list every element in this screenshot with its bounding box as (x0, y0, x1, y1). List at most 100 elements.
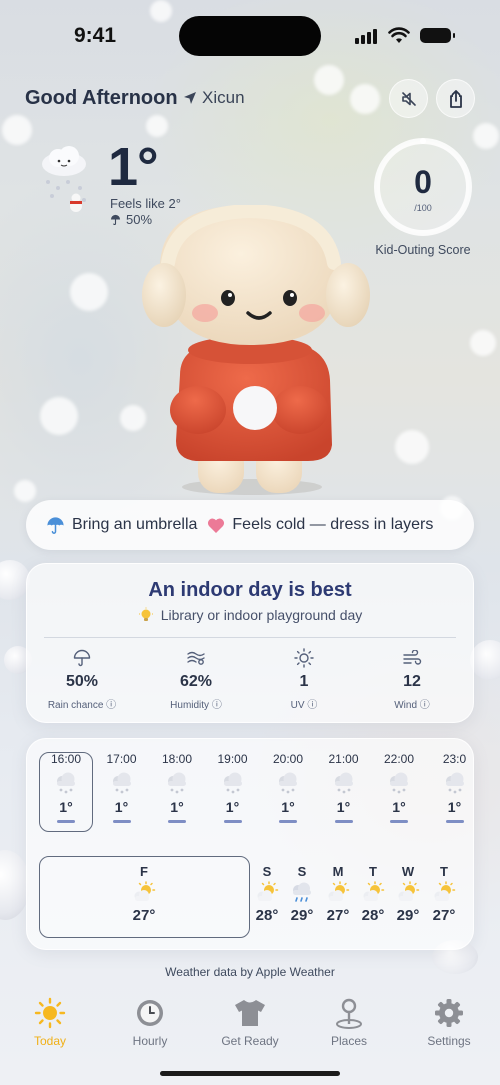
snow-cloud-icon (223, 772, 242, 794)
hour-column[interactable]: 22:00 1° (372, 752, 426, 823)
tab-get-ready[interactable]: Get Ready (205, 996, 295, 1048)
umbrella-icon (110, 214, 121, 225)
lightbulb-icon (138, 607, 153, 621)
heart-icon (208, 518, 225, 533)
day-label: S (262, 864, 272, 879)
snowflake (395, 430, 429, 464)
kid-outing-score: 0 (414, 164, 432, 200)
metric-humidity[interactable]: 62% Humidity ⓘ (146, 646, 246, 711)
snowflake (70, 273, 108, 311)
sun-icon (34, 997, 66, 1029)
hour-temp: 1° (114, 799, 129, 815)
hour-bar (279, 820, 297, 823)
snow-cloud-icon (334, 772, 353, 794)
wifi-icon (388, 27, 410, 43)
hour-column[interactable]: 23:0 1° (428, 752, 482, 823)
metric-rain-chance[interactable]: 50% Rain chance ⓘ (32, 646, 132, 711)
hour-bar (57, 820, 75, 823)
tip-cold-text: Feels cold — dress in layers (232, 516, 434, 533)
hour-column[interactable]: 17:00 1° (95, 752, 149, 823)
snowflake (146, 115, 168, 137)
day-column[interactable]: T 27° (426, 864, 462, 924)
snow-cloud-icon (168, 772, 186, 794)
hour-time: 18:00 (161, 752, 193, 766)
map-pin-icon (336, 998, 362, 1029)
hour-bar (445, 820, 464, 823)
hour-temp: 1° (225, 799, 240, 815)
day-column[interactable]: T 28° (355, 864, 391, 924)
metric-wind[interactable]: 12 Wind ⓘ (362, 646, 462, 711)
dynamic-island (179, 16, 321, 56)
tab-label: Today (33, 1034, 67, 1048)
partly-sunny-icon (134, 881, 156, 901)
day-label: M (332, 864, 344, 879)
snowflake (40, 397, 78, 435)
attribution[interactable]: Weather data by Apple Weather (0, 965, 500, 979)
day-column[interactable]: F 27° (126, 864, 162, 924)
hour-time: 19:00 (217, 752, 248, 766)
hour-column[interactable]: 16:00 1° (39, 752, 93, 823)
mute-button[interactable] (389, 79, 428, 118)
tab-today[interactable]: Today (5, 996, 95, 1048)
tab-label: Settings (427, 1034, 471, 1048)
day-temp: 27° (132, 907, 156, 924)
metric-label: Rain chance ⓘ (47, 700, 117, 711)
hour-temp: 1° (392, 799, 406, 815)
snow-cloud-icon (445, 772, 464, 794)
tab-settings[interactable]: Settings (404, 996, 494, 1048)
day-column[interactable]: S 29° (284, 864, 320, 924)
hour-column[interactable]: 19:00 1° (206, 752, 260, 823)
location[interactable]: Xicun (183, 88, 245, 108)
umbrella-icon (73, 649, 91, 667)
hour-column[interactable]: 20:00 1° (261, 752, 315, 823)
metric-value: 50% (65, 673, 99, 690)
partly-sunny-icon (257, 881, 279, 901)
metric-label: Wind ⓘ (394, 700, 430, 711)
umbrella-icon (47, 516, 64, 534)
hour-time: 16:00 (50, 752, 82, 766)
tab-places[interactable]: Places (304, 996, 394, 1048)
snow-cloud-icon (279, 772, 297, 794)
partly-sunny-icon (363, 881, 385, 901)
day-label: W (401, 864, 415, 879)
day-temp: 29° (396, 907, 420, 924)
hour-bar (168, 820, 186, 823)
cellular-signal-icon (355, 28, 379, 44)
day-column[interactable]: S 28° (249, 864, 285, 924)
tab-label: Places (330, 1034, 368, 1048)
day-temp: 29° (290, 907, 314, 924)
day-column[interactable]: M 27° (320, 864, 356, 924)
snowflake (14, 480, 36, 502)
greeting: Good Afternoon (25, 87, 178, 109)
clock-icon (137, 1000, 163, 1026)
snow-cloud-icon (390, 772, 408, 794)
snowflake (2, 115, 32, 145)
hour-bar (223, 820, 242, 823)
tab-hourly[interactable]: Hourly (105, 996, 195, 1048)
recommendation-title: An indoor day is best (148, 579, 352, 601)
snow-mound (470, 640, 500, 680)
hour-column[interactable]: 18:00 1° (150, 752, 204, 823)
snowflake (350, 84, 380, 114)
hour-column[interactable]: 21:00 1° (317, 752, 371, 823)
tshirt-icon (235, 1000, 265, 1026)
hour-bar (334, 820, 353, 823)
rain-icon (293, 882, 311, 902)
day-temp: 27° (326, 907, 350, 924)
divider (44, 637, 456, 638)
partly-sunny-icon (434, 881, 456, 901)
share-button[interactable] (436, 79, 475, 118)
metric-value: 12 (403, 673, 421, 690)
hour-temp: 1° (336, 799, 351, 815)
hour-bar (390, 820, 408, 823)
status-time: 9:41 (74, 24, 117, 47)
day-column[interactable]: W 29° (390, 864, 426, 924)
tip-umbrella-text: Bring an umbrella (72, 516, 198, 533)
recommendation-subtitle-row: Library or indoor playground day (0, 607, 500, 623)
metric-uv[interactable]: 1 UV ⓘ (254, 646, 354, 711)
tip-umbrella: Bring an umbrella (46, 516, 197, 535)
hour-time: 20:00 (272, 752, 304, 766)
day-label: S (297, 864, 307, 879)
day-label: T (440, 864, 448, 879)
hour-time: 22:00 (383, 752, 415, 766)
